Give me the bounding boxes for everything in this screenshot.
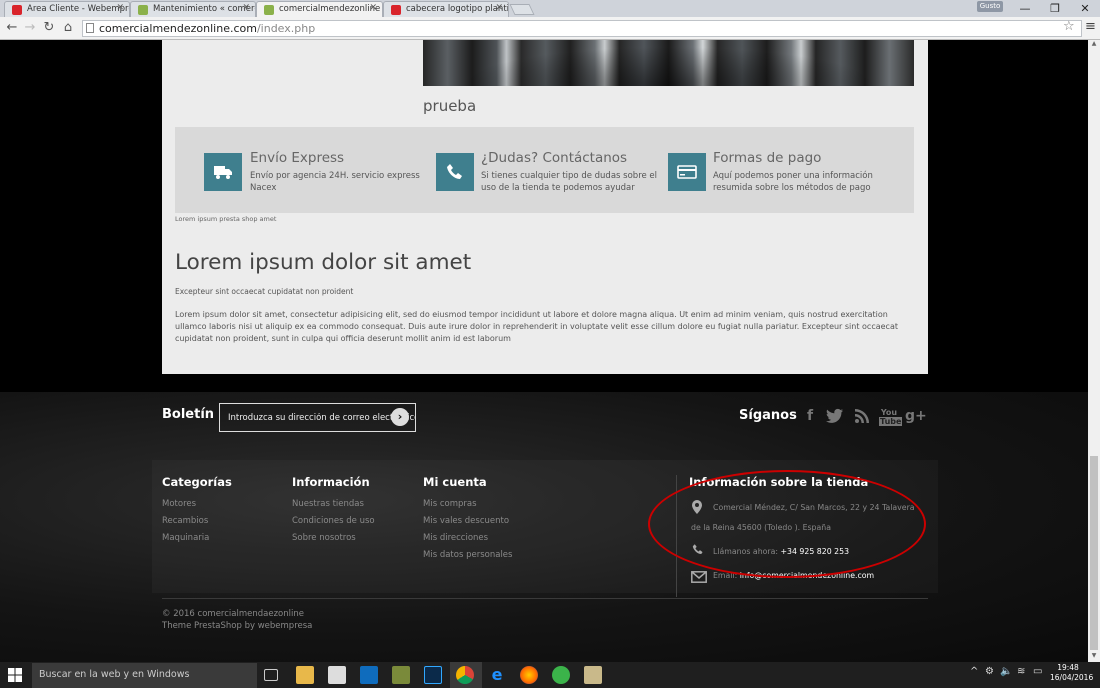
url-field[interactable]: comercialmendezonline.com/index.php xyxy=(82,20,1082,37)
footer-bottom-divider xyxy=(162,598,928,599)
volume-icon[interactable]: 🔈 xyxy=(1000,666,1012,677)
menu-icon[interactable]: ≡ xyxy=(1085,19,1096,34)
browser-tab-1[interactable]: Área Cliente - Webempresa ✕ xyxy=(4,1,130,17)
youtube-icon[interactable]: You Tube xyxy=(879,408,903,426)
browser-tab-3[interactable]: comercialmendezonline ✕ xyxy=(256,1,383,17)
maximize-icon[interactable]: ❐ xyxy=(1040,0,1070,17)
footer-link-motores[interactable]: Motores xyxy=(162,499,196,509)
media-player-icon[interactable] xyxy=(584,666,602,684)
truck-icon xyxy=(204,153,242,191)
task-view-icon[interactable] xyxy=(264,669,278,681)
footer-link-recambios[interactable]: Recambios xyxy=(162,516,208,526)
footer-link-personal-data[interactable]: Mis datos personales xyxy=(423,550,512,560)
reload-icon[interactable]: ↻ xyxy=(41,20,57,36)
forward-icon[interactable]: → xyxy=(22,20,38,36)
footer-link-stores[interactable]: Nuestras tiendas xyxy=(292,499,364,509)
close-icon[interactable]: ✕ xyxy=(495,3,503,13)
edge-icon[interactable]: e xyxy=(488,666,506,684)
envelope-icon xyxy=(691,568,707,587)
tab-title: cabecera logotipo plantilla xyxy=(406,4,508,14)
chrome-icon[interactable] xyxy=(456,666,474,684)
close-icon[interactable]: ✕ xyxy=(369,3,377,13)
section-paragraph: Lorem ipsum dolor sit amet, consectetur … xyxy=(175,310,898,343)
minimize-icon[interactable]: — xyxy=(1010,0,1040,17)
rss-icon[interactable] xyxy=(853,408,871,426)
taskbar-clock[interactable]: 19:48 16/04/2016 xyxy=(1050,663,1093,683)
photoshop-icon[interactable] xyxy=(424,666,442,684)
windows-start-icon[interactable] xyxy=(6,666,24,684)
scroll-up-icon[interactable]: ▲ xyxy=(1088,40,1100,50)
footer-link-addresses[interactable]: Mis direcciones xyxy=(423,533,488,543)
favicon-icon xyxy=(264,5,274,15)
clock-time: 19:48 xyxy=(1057,663,1079,672)
close-window-icon[interactable]: ✕ xyxy=(1070,0,1100,17)
annotation-circle xyxy=(648,470,926,578)
show-hidden-icons-icon[interactable]: ^ xyxy=(970,666,978,677)
twitter-icon[interactable] xyxy=(825,408,845,426)
network-icon[interactable]: ⚙ xyxy=(985,666,994,677)
footer-link-terms[interactable]: Condiciones de uso xyxy=(292,516,375,526)
categories-heading: Categorías xyxy=(162,475,232,489)
notifications-icon[interactable]: ▭ xyxy=(1033,666,1042,677)
scrollbar-thumb[interactable] xyxy=(1090,456,1098,650)
bookmark-star-icon[interactable]: ☆ xyxy=(1063,19,1075,34)
google-plus-icon[interactable]: g+ xyxy=(905,408,927,426)
file-explorer-icon[interactable] xyxy=(296,666,314,684)
feature-description: Aquí podemos poner una información resumi… xyxy=(713,171,873,193)
tab-title: Área Cliente - Webempresa xyxy=(27,4,129,14)
browser-tab-4[interactable]: cabecera logotipo plantilla ✕ xyxy=(383,1,509,17)
close-icon[interactable]: ✕ xyxy=(116,3,124,13)
footer-link-vouchers[interactable]: Mis vales descuento xyxy=(423,516,509,526)
user-badge[interactable]: Gusto xyxy=(977,1,1003,12)
footer-link-maquinaria[interactable]: Maquinaria xyxy=(162,533,209,543)
information-heading: Información xyxy=(292,475,370,489)
favicon-icon xyxy=(391,5,401,15)
section-subheading: Excepteur sint occaecat cupidatat non pr… xyxy=(175,287,354,296)
favicon-icon xyxy=(12,5,22,15)
tab-title: Mantenimiento « comercialm xyxy=(153,4,255,14)
theme-credit: Theme PrestaShop by webempresa xyxy=(162,621,313,631)
utorrent-icon[interactable] xyxy=(552,666,570,684)
newsletter-email-input[interactable] xyxy=(219,403,416,432)
phone-icon xyxy=(436,153,474,191)
taskbar-search-input[interactable]: Buscar en la web y en Windows xyxy=(32,663,257,688)
clock-date: 16/04/2016 xyxy=(1050,673,1094,682)
tab-title: comercialmendezonline xyxy=(279,4,381,14)
facebook-icon[interactable]: f xyxy=(803,408,817,426)
store-icon[interactable] xyxy=(328,666,346,684)
image-caption: prueba xyxy=(423,97,477,115)
favicon-icon xyxy=(138,5,148,15)
newsletter-submit-button[interactable]: › xyxy=(391,408,409,426)
close-icon[interactable]: ✕ xyxy=(242,3,250,13)
hero-image xyxy=(423,40,914,86)
url-path: /index.php xyxy=(256,22,316,35)
feature-description: Si tienes cualquier tipo de dudas sobre … xyxy=(481,171,658,193)
scroll-down-icon[interactable]: ▼ xyxy=(1088,652,1100,662)
back-icon[interactable]: ← xyxy=(4,20,20,36)
wifi-icon[interactable]: ≋ xyxy=(1017,666,1025,677)
outlook-icon[interactable] xyxy=(360,666,378,684)
tagline: Lorem ipsum presta shop amet xyxy=(175,215,277,223)
newsletter-label: Boletín xyxy=(162,407,215,422)
footer-link-about[interactable]: Sobre nosotros xyxy=(292,533,356,543)
feature-title: Formas de pago xyxy=(713,150,822,166)
feature-title: Envío Express xyxy=(250,150,345,166)
section-heading: Lorem ipsum dolor sit amet xyxy=(175,250,472,275)
social-label: Síganos xyxy=(739,408,797,423)
home-icon[interactable]: ⌂ xyxy=(60,20,76,36)
firefox-icon[interactable] xyxy=(520,666,538,684)
page-icon xyxy=(86,23,94,33)
credit-card-icon xyxy=(668,153,706,191)
account-heading: Mi cuenta xyxy=(423,475,487,489)
copyright: © 2016 comercialmendaezonline xyxy=(162,609,304,619)
browser-tab-2[interactable]: Mantenimiento « comercialm ✕ xyxy=(130,1,256,17)
feature-title: ¿Dudas? Contáctanos xyxy=(481,150,628,166)
url-domain: comercialmendezonline.com xyxy=(99,22,257,35)
footer-link-orders[interactable]: Mis compras xyxy=(423,499,477,509)
feature-description: Envío por agencia 24H. servicio express N… xyxy=(250,171,420,193)
minecraft-icon[interactable] xyxy=(392,666,410,684)
